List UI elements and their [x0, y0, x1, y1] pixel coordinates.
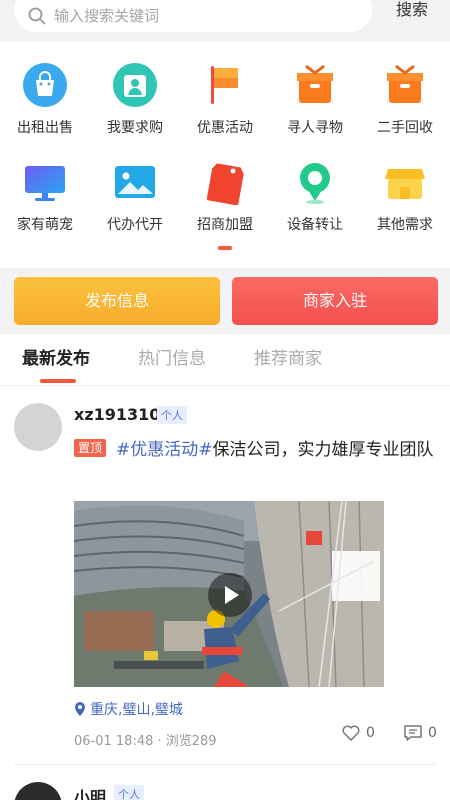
- search-box[interactable]: [14, 0, 372, 32]
- box-icon: [382, 62, 428, 108]
- search-button[interactable]: 搜索: [396, 0, 428, 20]
- category-item-franchise[interactable]: 招商加盟: [180, 139, 270, 233]
- tab-latest[interactable]: 最新发布: [22, 344, 90, 369]
- shop-icon: [382, 159, 428, 205]
- location-icon: [75, 702, 85, 716]
- category-item-equipment-transfer[interactable]: 设备转让: [270, 139, 360, 233]
- category-item-promotions[interactable]: 优惠活动: [180, 42, 270, 136]
- box-icon: [292, 62, 338, 108]
- flag-icon: [202, 62, 248, 108]
- category-label: 招商加盟: [197, 217, 253, 233]
- comment-icon: [404, 725, 422, 741]
- category-item-pets[interactable]: 家有萌宠: [0, 139, 90, 233]
- search-icon: [28, 7, 46, 25]
- monitor-icon: [22, 159, 68, 205]
- post-hashtag[interactable]: #优惠活动#: [116, 440, 213, 460]
- user-type-badge: 个人: [157, 406, 187, 424]
- picture-icon: [112, 159, 158, 205]
- post-card[interactable]: 小明 个人: [0, 770, 450, 800]
- merchant-join-button[interactable]: 商家入驻: [232, 277, 438, 325]
- comment-button[interactable]: 0: [404, 725, 437, 741]
- tab-recommended-merchants[interactable]: 推荐商家: [254, 344, 322, 369]
- category-item-rent-sell[interactable]: 出租出售: [0, 42, 90, 136]
- tab-hot[interactable]: 热门信息: [138, 344, 206, 369]
- heart-icon: [342, 725, 360, 741]
- post-video-thumbnail[interactable]: [74, 501, 384, 687]
- category-item-recycle[interactable]: 二手回收: [360, 42, 450, 136]
- avatar[interactable]: [14, 782, 62, 800]
- tag-icon: [202, 159, 248, 206]
- like-button[interactable]: 0: [342, 725, 375, 741]
- pinned-badge: 置顶: [74, 439, 107, 457]
- post-divider: [14, 764, 436, 765]
- post-location[interactable]: 重庆,璧山,璧城: [74, 699, 183, 719]
- feed-tabs: 最新发布 热门信息 推荐商家: [0, 334, 450, 386]
- page-indicator: [218, 246, 232, 250]
- post-username[interactable]: 小明: [74, 784, 106, 800]
- top-search-bar: 搜索: [0, 0, 450, 42]
- category-item-agency[interactable]: 代办代开: [90, 139, 180, 233]
- post-username[interactable]: xz191310: [74, 405, 160, 424]
- category-label: 出租出售: [17, 120, 73, 136]
- location-pin-icon: [292, 159, 338, 205]
- avatar[interactable]: [14, 403, 62, 451]
- category-item-buy-request[interactable]: 我要求购: [90, 42, 180, 136]
- category-label: 设备转让: [287, 217, 343, 233]
- buyer-card-icon: [112, 62, 158, 108]
- play-button[interactable]: [208, 573, 252, 617]
- category-label: 二手回收: [377, 120, 433, 136]
- active-tab-indicator: [40, 379, 76, 383]
- post-content[interactable]: 置顶 #优惠活动#保洁公司，实力雄厚专业团队: [74, 438, 440, 463]
- post-text: 保洁公司，实力雄厚专业团队: [212, 440, 434, 460]
- category-label: 其他需求: [377, 217, 433, 233]
- action-bar: 发布信息 商家入驻: [0, 268, 450, 334]
- comment-count: 0: [428, 725, 437, 741]
- user-type-badge: 个人: [114, 785, 144, 800]
- category-label: 家有萌宠: [17, 217, 73, 233]
- location-text: 重庆,璧山,璧城: [90, 702, 183, 718]
- category-label: 代办代开: [107, 217, 163, 233]
- category-label: 优惠活动: [197, 120, 253, 136]
- post-meta: 06-01 18:48 · 浏览289: [74, 734, 217, 749]
- category-grid: 出租出售 我要求购 优惠活动 寻人寻物 二手回收 家有萌宠 代办代开 招商加盟 …: [0, 42, 450, 268]
- category-label: 我要求购: [107, 120, 163, 136]
- category-item-lost-found[interactable]: 寻人寻物: [270, 42, 360, 136]
- like-count: 0: [366, 725, 375, 741]
- search-input[interactable]: [54, 7, 334, 25]
- category-item-other[interactable]: 其他需求: [360, 139, 450, 233]
- play-icon: [225, 586, 239, 604]
- category-label: 寻人寻物: [287, 120, 343, 136]
- publish-button[interactable]: 发布信息: [14, 277, 220, 325]
- shopping-bag-icon: [22, 62, 68, 108]
